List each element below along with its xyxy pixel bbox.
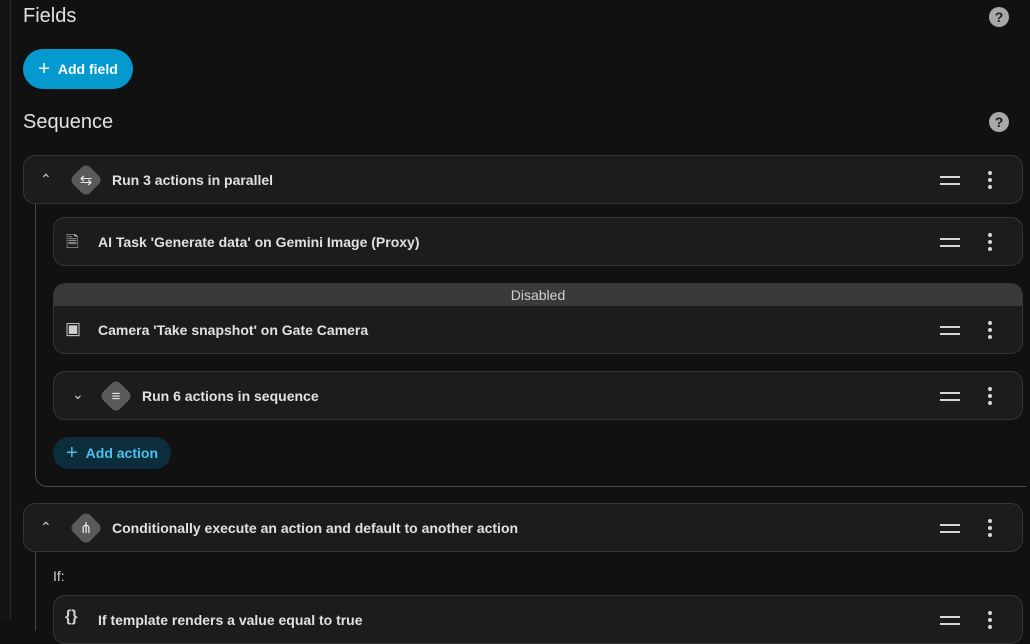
dots-vertical-icon[interactable] bbox=[988, 387, 992, 405]
help-icon[interactable]: ? bbox=[989, 112, 1009, 132]
dots-vertical-icon[interactable] bbox=[988, 321, 992, 339]
plus-icon: + bbox=[65, 442, 78, 464]
drag-handle-icon[interactable] bbox=[940, 176, 960, 185]
drag-handle-icon[interactable] bbox=[940, 616, 960, 625]
help-glyph: ? bbox=[994, 114, 1004, 130]
dots-vertical-icon[interactable] bbox=[988, 519, 992, 537]
fields-title: Fields bbox=[23, 5, 77, 27]
drag-handle-icon[interactable] bbox=[940, 524, 960, 533]
sequence-title: Sequence bbox=[23, 111, 114, 133]
drag-handle-icon[interactable] bbox=[940, 238, 960, 247]
add-action-button[interactable]: + Add action bbox=[53, 437, 171, 469]
action-row-conditional[interactable]: ⌃ ⋔ Conditionally execute an action and … bbox=[23, 503, 1023, 552]
chevron-up-icon[interactable]: ⌃ bbox=[40, 171, 52, 188]
action-row-sequence[interactable]: ⌄ ≡ Run 6 actions in sequence bbox=[53, 371, 1023, 420]
action-label: Camera 'Take snapshot' on Gate Camera bbox=[98, 322, 369, 338]
action-row-parallel[interactable]: ⌃ ⇆ Run 3 actions in parallel bbox=[23, 155, 1023, 204]
chevron-down-icon[interactable]: ⌄ bbox=[72, 386, 84, 403]
code-braces-icon: {} bbox=[65, 608, 78, 625]
drag-handle-icon[interactable] bbox=[940, 326, 960, 335]
list-icon: ≡ bbox=[111, 387, 121, 405]
chevron-up-icon[interactable]: ⌃ bbox=[40, 519, 52, 536]
fork-icon: ⋔ bbox=[79, 520, 93, 537]
action-row-ai-task[interactable]: 🗎 AI Task 'Generate data' on Gemini Imag… bbox=[53, 217, 1023, 266]
action-label: Run 3 actions in parallel bbox=[112, 172, 274, 188]
disabled-status-bar: Disabled bbox=[54, 284, 1022, 306]
conditional-children-connector bbox=[35, 551, 36, 631]
add-field-label: Add field bbox=[57, 61, 118, 77]
dots-vertical-icon[interactable] bbox=[988, 233, 992, 251]
condition-label: If template renders a value equal to tru… bbox=[98, 612, 363, 628]
if-label: If: bbox=[53, 568, 65, 584]
disabled-label: Disabled bbox=[510, 287, 566, 303]
drag-handle-icon[interactable] bbox=[940, 392, 960, 401]
action-label: Conditionally execute an action and defa… bbox=[112, 520, 519, 536]
camera-icon: ▣ bbox=[65, 319, 82, 338]
add-action-label: Add action bbox=[85, 445, 159, 461]
help-icon[interactable]: ? bbox=[989, 7, 1009, 27]
dots-vertical-icon[interactable] bbox=[988, 171, 992, 189]
help-glyph: ? bbox=[994, 9, 1004, 25]
plus-icon: + bbox=[38, 58, 50, 80]
add-field-button[interactable]: + Add field bbox=[23, 49, 133, 89]
action-label: AI Task 'Generate data' on Gemini Image … bbox=[98, 234, 420, 250]
action-row-camera[interactable]: Disabled ▣ Camera 'Take snapshot' on Gat… bbox=[53, 283, 1023, 354]
swap-arrows-icon: ⇆ bbox=[79, 172, 93, 189]
action-label: Run 6 actions in sequence bbox=[142, 388, 319, 404]
dots-vertical-icon[interactable] bbox=[988, 611, 992, 629]
file-star-icon: 🗎 bbox=[66, 234, 79, 251]
sidebar-edge bbox=[0, 0, 11, 620]
